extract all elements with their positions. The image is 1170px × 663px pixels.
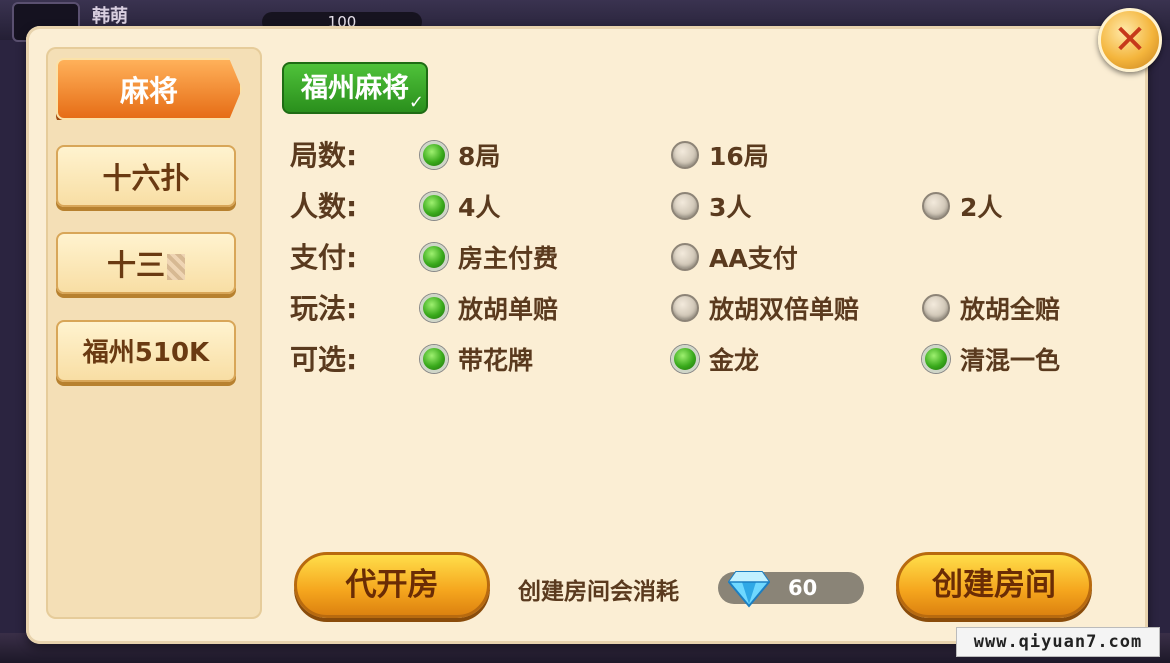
create-room-button[interactable]: 创建房间 <box>896 552 1092 618</box>
player-name: 韩萌 <box>92 6 128 27</box>
option-label: 带花牌 <box>458 346 534 375</box>
option-label: 2人 <box>960 193 1003 222</box>
option-label: 房主付费 <box>458 244 559 273</box>
option-golden-dragon[interactable]: 金龙 <box>671 339 759 379</box>
players-label: 人数: <box>290 190 358 223</box>
rules-label: 玩法: <box>290 292 358 325</box>
radio-selected-icon[interactable] <box>420 192 448 220</box>
radio-unselected-icon[interactable] <box>922 294 950 322</box>
rounds-label: 局数: <box>290 139 358 172</box>
cost-value: 60 <box>788 576 818 600</box>
option-payment-host[interactable]: 房主付费 <box>420 237 558 277</box>
option-label: 放胡单赔 <box>458 295 559 324</box>
check-icon: ✓ <box>408 92 424 113</box>
close-icon: ✕ <box>1113 17 1147 63</box>
blurred-glyph <box>167 254 185 280</box>
option-label: 清混一色 <box>960 346 1061 375</box>
optional-label: 可选: <box>290 343 358 376</box>
option-rule-double[interactable]: 放胡双倍单赔 <box>671 288 859 328</box>
option-players-4[interactable]: 4人 <box>420 186 500 226</box>
option-label: 放胡双倍单赔 <box>709 295 860 324</box>
option-label: AA支付 <box>709 244 798 273</box>
tab-label: 福州510K <box>82 338 210 368</box>
checkbox-selected-icon[interactable] <box>922 345 950 373</box>
option-players-3[interactable]: 3人 <box>671 186 751 226</box>
radio-selected-icon[interactable] <box>420 141 448 169</box>
option-rule-single[interactable]: 放胡单赔 <box>420 288 558 328</box>
checkbox-selected-icon[interactable] <box>671 345 699 373</box>
tab-fuzhou-510k[interactable]: 福州510K <box>56 320 236 382</box>
game-variant-label: 福州麻将 <box>301 73 409 104</box>
site-watermark: www.qiyuan7.com <box>956 627 1160 657</box>
radio-unselected-icon[interactable] <box>671 192 699 220</box>
option-rule-full[interactable]: 放胡全赔 <box>922 288 1060 328</box>
radio-unselected-icon[interactable] <box>671 141 699 169</box>
option-label: 16局 <box>709 142 769 171</box>
checkbox-selected-icon[interactable] <box>420 345 448 373</box>
tab-label: 十三 <box>106 248 165 282</box>
radio-unselected-icon[interactable] <box>671 243 699 271</box>
option-label: 4人 <box>458 193 501 222</box>
game-variant-tag[interactable]: 福州麻将 ✓ <box>282 62 428 114</box>
option-label: 放胡全赔 <box>960 295 1061 324</box>
proxy-open-room-button[interactable]: 代开房 <box>294 552 490 618</box>
radio-unselected-icon[interactable] <box>671 294 699 322</box>
option-label: 3人 <box>709 193 752 222</box>
tab-shiliupu[interactable]: 十六扑 <box>56 145 236 207</box>
option-label: 金龙 <box>709 346 760 375</box>
option-players-2[interactable]: 2人 <box>922 186 1002 226</box>
option-rounds-16[interactable]: 16局 <box>671 135 769 175</box>
payment-label: 支付: <box>290 241 358 274</box>
cost-display: 60 <box>718 571 864 608</box>
option-flower-tiles[interactable]: 带花牌 <box>420 339 533 379</box>
option-rounds-8[interactable]: 8局 <box>420 135 500 175</box>
tab-label: 麻将 <box>119 74 178 108</box>
option-label: 8局 <box>458 142 501 171</box>
tab-label: 十六扑 <box>102 161 190 195</box>
option-payment-aa[interactable]: AA支付 <box>671 237 798 277</box>
radio-unselected-icon[interactable] <box>922 192 950 220</box>
option-pure-mixed-suit[interactable]: 清混一色 <box>922 339 1060 379</box>
tab-mahjong[interactable]: 麻将 <box>56 58 242 120</box>
radio-selected-icon[interactable] <box>420 243 448 271</box>
close-button[interactable]: ✕ <box>1098 8 1162 72</box>
tab-shisan[interactable]: 十三 <box>56 232 236 294</box>
radio-selected-icon[interactable] <box>420 294 448 322</box>
cost-label: 创建房间会消耗 <box>518 579 679 605</box>
diamond-icon <box>728 571 770 608</box>
